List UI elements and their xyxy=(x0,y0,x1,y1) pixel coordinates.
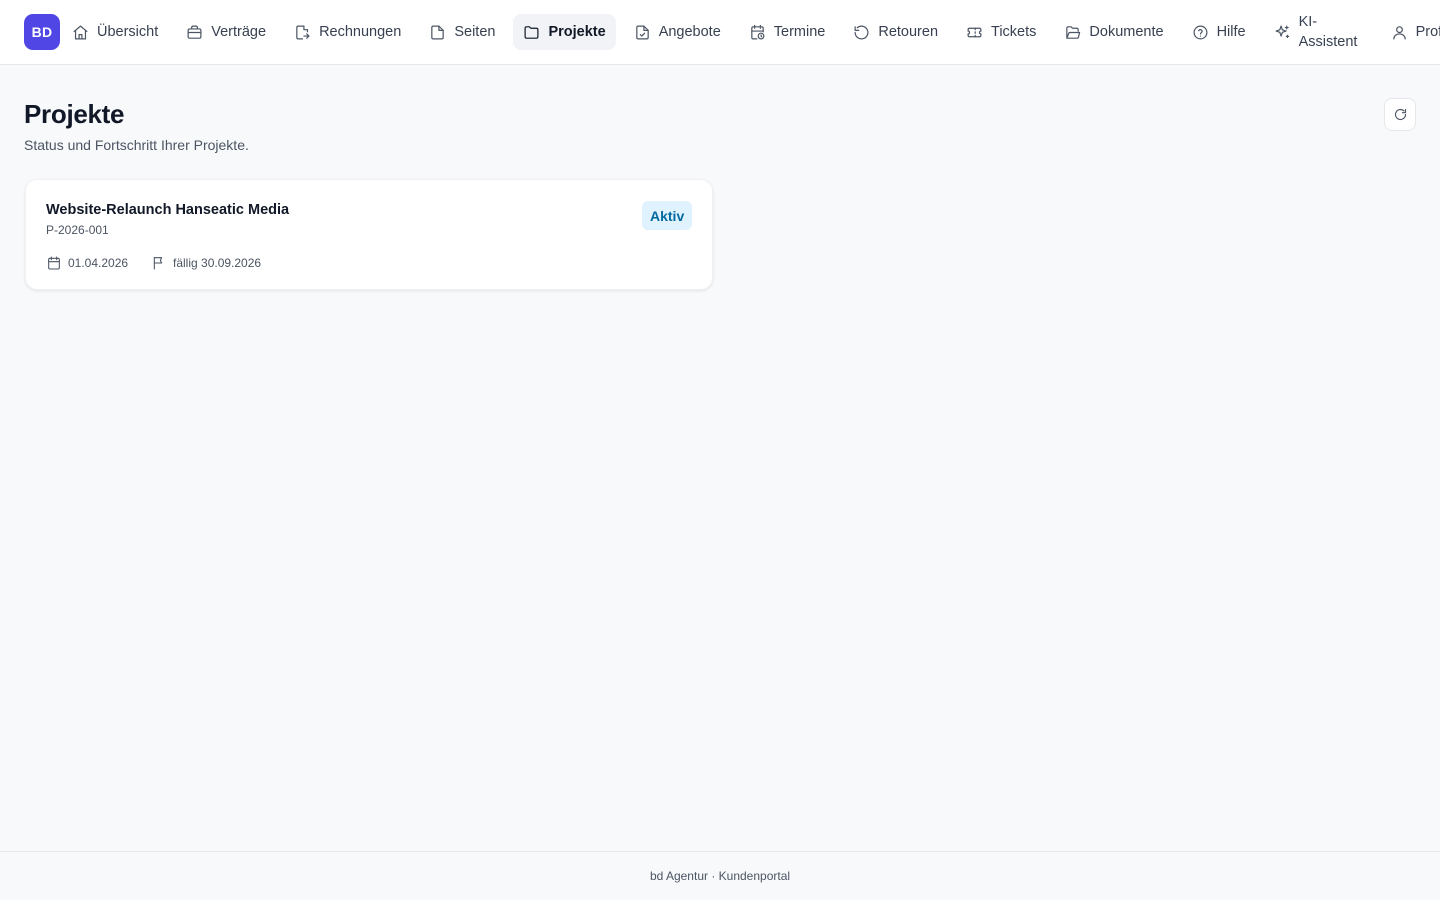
refresh-button[interactable] xyxy=(1384,98,1416,131)
nav-item-termine[interactable]: Termine xyxy=(739,14,836,50)
calendar-clock-icon xyxy=(751,24,765,39)
file-export-icon xyxy=(296,25,310,39)
file-icon xyxy=(431,25,445,39)
nav-item-profil[interactable]: Profil xyxy=(1381,14,1440,50)
project-due-date: fällig 30.09.2026 xyxy=(151,254,261,272)
folder-open-icon xyxy=(1066,25,1081,39)
project-id: P-2026-001 xyxy=(46,223,109,237)
nav-item-ki-assistent[interactable]: KI-Assistent xyxy=(1264,14,1373,50)
nav-item-label: Tickets xyxy=(991,24,1037,40)
nav-item-label: Termine xyxy=(773,24,826,40)
nav-item-label: Hilfe xyxy=(1216,24,1246,40)
user-icon xyxy=(1392,25,1406,39)
page-title: Projekte xyxy=(24,99,125,129)
nav-item-vertraege[interactable]: Verträge xyxy=(176,14,276,50)
flag-icon xyxy=(153,257,163,270)
sparkles-icon xyxy=(1275,25,1289,38)
file-check-icon xyxy=(635,25,649,39)
nav-item-uebersicht[interactable]: Übersicht xyxy=(62,14,168,50)
page-footer: bd Agentur · Kundenportal xyxy=(0,851,1440,900)
nav-item-label: Profil xyxy=(1415,24,1440,40)
footer-text: bd Agentur · Kundenportal xyxy=(649,869,791,883)
help-circle-icon xyxy=(1193,25,1208,39)
nav-item-label: Rechnungen xyxy=(319,24,402,40)
nav-item-rechnungen[interactable]: Rechnungen xyxy=(284,14,411,50)
nav-item-retouren[interactable]: Retouren xyxy=(843,14,948,50)
nav-item-label: Dokumente xyxy=(1089,24,1164,40)
project-start-date: 01.04.2026 xyxy=(46,254,128,272)
main-nav: Übersicht Verträge Rechnungen Seiten Pro… xyxy=(62,14,1440,50)
nav-item-label: Verträge xyxy=(211,24,267,40)
ticket-icon xyxy=(967,27,982,37)
nav-item-angebote[interactable]: Angebote xyxy=(624,14,731,50)
project-title: Website-Relaunch Hanseatic Media xyxy=(46,202,290,218)
nav-item-label: Seiten xyxy=(454,24,496,40)
nav-item-label: Retouren xyxy=(878,24,939,40)
home-icon xyxy=(73,25,88,39)
refresh-icon xyxy=(1394,108,1406,121)
nav-item-label: Übersicht xyxy=(97,24,159,40)
nav-item-label: Projekte xyxy=(548,24,606,40)
project-card[interactable]: Website-Relaunch Hanseatic Media P-2026-… xyxy=(25,179,713,290)
briefcase-icon xyxy=(187,25,202,39)
nav-item-label: Angebote xyxy=(658,24,721,40)
nav-item-label: KI-Assistent xyxy=(1298,14,1358,50)
status-badge: Aktiv xyxy=(642,201,693,230)
start-date-text: 01.04.2026 xyxy=(68,256,129,270)
due-date-text: fällig 30.09.2026 xyxy=(173,256,262,270)
brand-logo[interactable]: BD xyxy=(24,14,60,50)
top-navigation-bar: BD Übersicht Verträge Rechnungen Seiten … xyxy=(0,0,1440,65)
nav-item-tickets[interactable]: Tickets xyxy=(956,14,1046,50)
undo-icon xyxy=(854,25,869,39)
calendar-icon xyxy=(48,256,60,270)
nav-item-hilfe[interactable]: Hilfe xyxy=(1182,14,1256,50)
nav-item-projekte[interactable]: Projekte xyxy=(513,14,616,50)
nav-item-dokumente[interactable]: Dokumente xyxy=(1054,14,1173,50)
folder-icon xyxy=(524,25,539,39)
nav-item-seiten[interactable]: Seiten xyxy=(419,14,505,50)
page-subtitle: Status und Fortschritt Ihrer Projekte. xyxy=(24,137,249,153)
